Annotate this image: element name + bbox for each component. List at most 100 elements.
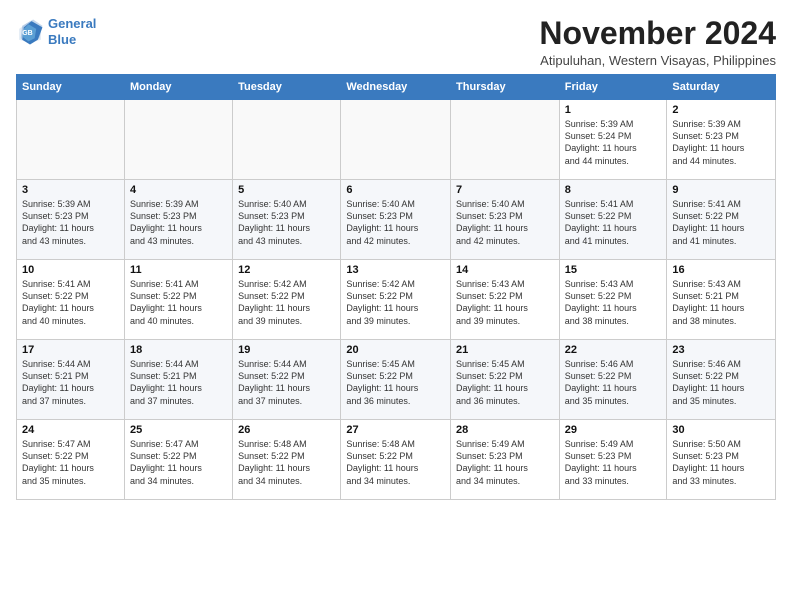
day-detail: Sunrise: 5:43 AM Sunset: 5:21 PM Dayligh…: [672, 278, 770, 327]
day-detail: Sunrise: 5:49 AM Sunset: 5:23 PM Dayligh…: [456, 438, 554, 487]
day-number: 10: [22, 264, 119, 276]
col-monday: Monday: [124, 75, 232, 100]
day-detail: Sunrise: 5:40 AM Sunset: 5:23 PM Dayligh…: [456, 198, 554, 247]
table-row: 11 Sunrise: 5:41 AM Sunset: 5:22 PM Dayli…: [124, 260, 232, 340]
header: GB General Blue November 2024 Atipuluhan…: [16, 16, 776, 68]
day-number: 2: [672, 104, 770, 116]
day-number: 29: [565, 424, 662, 436]
day-detail: Sunrise: 5:40 AM Sunset: 5:23 PM Dayligh…: [346, 198, 445, 247]
day-number: 25: [130, 424, 227, 436]
day-number: 12: [238, 264, 335, 276]
table-row: 29 Sunrise: 5:49 AM Sunset: 5:23 PM Dayli…: [559, 420, 667, 500]
day-number: 21: [456, 344, 554, 356]
day-detail: Sunrise: 5:48 AM Sunset: 5:22 PM Dayligh…: [238, 438, 335, 487]
day-number: 27: [346, 424, 445, 436]
day-detail: Sunrise: 5:48 AM Sunset: 5:22 PM Dayligh…: [346, 438, 445, 487]
table-row: 25 Sunrise: 5:47 AM Sunset: 5:22 PM Dayli…: [124, 420, 232, 500]
table-row: 1 Sunrise: 5:39 AM Sunset: 5:24 PM Daylig…: [559, 100, 667, 180]
day-number: 5: [238, 184, 335, 196]
col-friday: Friday: [559, 75, 667, 100]
day-number: 1: [565, 104, 662, 116]
day-detail: Sunrise: 5:47 AM Sunset: 5:22 PM Dayligh…: [130, 438, 227, 487]
day-number: 22: [565, 344, 662, 356]
calendar-week-3: 10 Sunrise: 5:41 AM Sunset: 5:22 PM Dayli…: [17, 260, 776, 340]
day-detail: Sunrise: 5:42 AM Sunset: 5:22 PM Dayligh…: [238, 278, 335, 327]
logo: GB General Blue: [16, 16, 96, 47]
day-number: 11: [130, 264, 227, 276]
day-number: 30: [672, 424, 770, 436]
table-row: [124, 100, 232, 180]
day-detail: Sunrise: 5:43 AM Sunset: 5:22 PM Dayligh…: [565, 278, 662, 327]
table-row: 8Sunrise: 5:41 AM Sunset: 5:22 PM Daylig…: [559, 180, 667, 260]
day-detail: Sunrise: 5:50 AM Sunset: 5:23 PM Dayligh…: [672, 438, 770, 487]
day-number: 19: [238, 344, 335, 356]
day-number: 14: [456, 264, 554, 276]
table-row: 27 Sunrise: 5:48 AM Sunset: 5:22 PM Dayli…: [341, 420, 451, 500]
month-title: November 2024: [539, 16, 776, 51]
day-number: 7: [456, 184, 554, 196]
table-row: 23Sunrise: 5:46 AM Sunset: 5:22 PM Dayli…: [667, 340, 776, 420]
table-row: 14Sunrise: 5:43 AM Sunset: 5:22 PM Dayli…: [451, 260, 560, 340]
table-row: 5 Sunrise: 5:40 AM Sunset: 5:23 PM Daylig…: [233, 180, 341, 260]
day-number: 9: [672, 184, 770, 196]
table-row: 3 Sunrise: 5:39 AM Sunset: 5:23 PM Daylig…: [17, 180, 125, 260]
day-detail: Sunrise: 5:46 AM Sunset: 5:22 PM Dayligh…: [565, 358, 662, 407]
location: Atipuluhan, Western Visayas, Philippines: [539, 53, 776, 68]
day-detail: Sunrise: 5:39 AM Sunset: 5:23 PM Dayligh…: [672, 118, 770, 167]
day-number: 28: [456, 424, 554, 436]
table-row: 12 Sunrise: 5:42 AM Sunset: 5:22 PM Dayli…: [233, 260, 341, 340]
table-row: 6 Sunrise: 5:40 AM Sunset: 5:23 PM Daylig…: [341, 180, 451, 260]
calendar-week-2: 3 Sunrise: 5:39 AM Sunset: 5:23 PM Daylig…: [17, 180, 776, 260]
svg-text:GB: GB: [22, 30, 33, 37]
table-row: 9Sunrise: 5:41 AM Sunset: 5:22 PM Daylig…: [667, 180, 776, 260]
day-detail: Sunrise: 5:44 AM Sunset: 5:21 PM Dayligh…: [22, 358, 119, 407]
table-row: 2 Sunrise: 5:39 AM Sunset: 5:23 PM Daylig…: [667, 100, 776, 180]
day-detail: Sunrise: 5:40 AM Sunset: 5:23 PM Dayligh…: [238, 198, 335, 247]
table-row: [451, 100, 560, 180]
table-row: [233, 100, 341, 180]
day-number: 26: [238, 424, 335, 436]
table-row: 26 Sunrise: 5:48 AM Sunset: 5:22 PM Dayli…: [233, 420, 341, 500]
col-thursday: Thursday: [451, 75, 560, 100]
day-detail: Sunrise: 5:47 AM Sunset: 5:22 PM Dayligh…: [22, 438, 119, 487]
col-tuesday: Tuesday: [233, 75, 341, 100]
page-container: GB General Blue November 2024 Atipuluhan…: [0, 0, 792, 508]
day-detail: Sunrise: 5:44 AM Sunset: 5:21 PM Dayligh…: [130, 358, 227, 407]
logo-icon: GB: [16, 18, 44, 46]
calendar-table: Sunday Monday Tuesday Wednesday Thursday…: [16, 74, 776, 500]
table-row: [17, 100, 125, 180]
title-block: November 2024 Atipuluhan, Western Visaya…: [539, 16, 776, 68]
table-row: 10 Sunrise: 5:41 AM Sunset: 5:22 PM Dayli…: [17, 260, 125, 340]
day-detail: Sunrise: 5:41 AM Sunset: 5:22 PM Dayligh…: [22, 278, 119, 327]
table-row: 7 Sunrise: 5:40 AM Sunset: 5:23 PM Daylig…: [451, 180, 560, 260]
col-wednesday: Wednesday: [341, 75, 451, 100]
day-detail: Sunrise: 5:45 AM Sunset: 5:22 PM Dayligh…: [456, 358, 554, 407]
table-row: 24Sunrise: 5:47 AM Sunset: 5:22 PM Dayli…: [17, 420, 125, 500]
calendar-week-4: 17 Sunrise: 5:44 AM Sunset: 5:21 PM Dayli…: [17, 340, 776, 420]
day-number: 18: [130, 344, 227, 356]
table-row: 15 Sunrise: 5:43 AM Sunset: 5:22 PM Dayli…: [559, 260, 667, 340]
col-sunday: Sunday: [17, 75, 125, 100]
day-detail: Sunrise: 5:39 AM Sunset: 5:23 PM Dayligh…: [130, 198, 227, 247]
day-number: 15: [565, 264, 662, 276]
table-row: 22 Sunrise: 5:46 AM Sunset: 5:22 PM Dayli…: [559, 340, 667, 420]
calendar-header-row: Sunday Monday Tuesday Wednesday Thursday…: [17, 75, 776, 100]
day-number: 6: [346, 184, 445, 196]
table-row: 4Sunrise: 5:39 AM Sunset: 5:23 PM Daylig…: [124, 180, 232, 260]
day-number: 3: [22, 184, 119, 196]
day-detail: Sunrise: 5:49 AM Sunset: 5:23 PM Dayligh…: [565, 438, 662, 487]
day-detail: Sunrise: 5:39 AM Sunset: 5:24 PM Dayligh…: [565, 118, 662, 167]
calendar-week-5: 24Sunrise: 5:47 AM Sunset: 5:22 PM Dayli…: [17, 420, 776, 500]
day-detail: Sunrise: 5:39 AM Sunset: 5:23 PM Dayligh…: [22, 198, 119, 247]
day-number: 16: [672, 264, 770, 276]
day-number: 17: [22, 344, 119, 356]
day-detail: Sunrise: 5:42 AM Sunset: 5:22 PM Dayligh…: [346, 278, 445, 327]
day-number: 23: [672, 344, 770, 356]
table-row: 20Sunrise: 5:45 AM Sunset: 5:22 PM Dayli…: [341, 340, 451, 420]
day-detail: Sunrise: 5:41 AM Sunset: 5:22 PM Dayligh…: [130, 278, 227, 327]
logo-line1: General: [48, 16, 96, 31]
calendar-week-1: 1 Sunrise: 5:39 AM Sunset: 5:24 PM Daylig…: [17, 100, 776, 180]
day-detail: Sunrise: 5:44 AM Sunset: 5:22 PM Dayligh…: [238, 358, 335, 407]
logo-text: General Blue: [48, 16, 96, 47]
table-row: [341, 100, 451, 180]
